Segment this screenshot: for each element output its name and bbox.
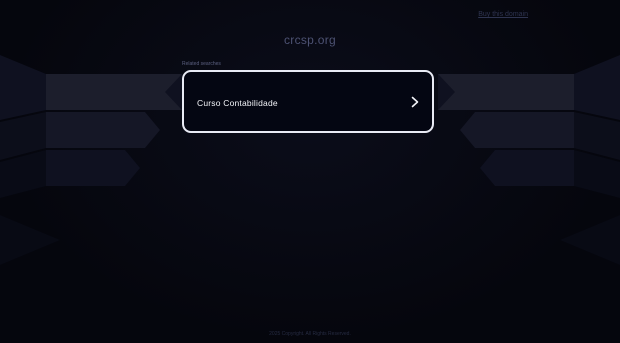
chevron-right-icon xyxy=(411,96,419,108)
related-search-result[interactable]: Curso Contabilidade xyxy=(182,70,434,133)
related-searches-label: Related searches xyxy=(182,61,221,67)
parked-domain-page: Buy this domain crcsp.org Related search… xyxy=(0,0,620,343)
buy-domain-link[interactable]: Buy this domain xyxy=(478,11,528,18)
footer-copyright: 2025 Copyright. All Rights Reserved. xyxy=(269,331,351,337)
domain-title: crcsp.org xyxy=(283,33,337,47)
related-search-result-label: Curso Contabilidade xyxy=(197,98,278,108)
background-decoration xyxy=(0,55,620,265)
